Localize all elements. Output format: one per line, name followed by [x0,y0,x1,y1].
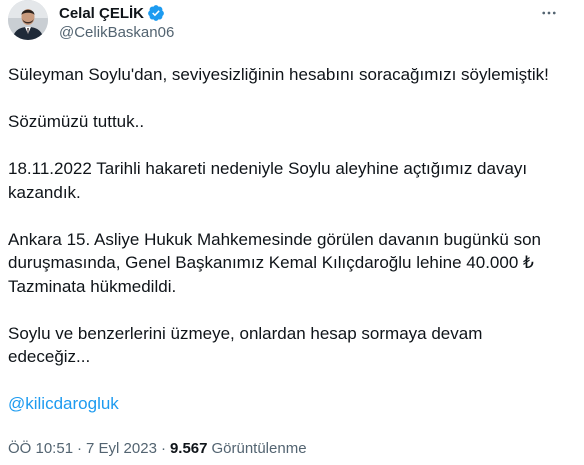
tweet-paragraph: Süleyman Soylu'dan, seviyesizliğinin hes… [8,65,549,84]
meta-separator: · [77,439,83,457]
author-handle[interactable]: @CelikBaskan06 [59,24,174,41]
more-options-button[interactable] [538,2,560,24]
profile-photo-icon [8,0,48,40]
tweet-paragraph: 18.11.2022 Tarihli hakareti nedeniyle So… [8,159,532,202]
more-dots-icon [542,11,556,15]
tweet-card: Celal ÇELİK @CelikBaskan06 Süleyman Soyl… [0,0,584,465]
tweet-paragraph: Soylu ve benzerlerini üzmeye, onlardan h… [8,323,488,367]
verified-badge-icon[interactable] [147,4,165,22]
views-label: Görüntülenme [211,439,307,457]
tweet-meta: ÖÖ 10:51 · 7 Eyl 2023 · 9.567 Görüntülen… [8,438,307,458]
tweet-paragraph: Sözümüzü tuttuk.. [8,112,145,131]
mention-link[interactable]: @kilicdarogluk [8,394,119,413]
tweet-paragraph: Ankara 15. Asliye Hukuk Mahkemesinde gör… [8,229,546,296]
author-avatar[interactable] [8,0,48,40]
meta-separator: · [160,439,166,457]
author-display-name[interactable]: Celal ÇELİK [59,5,144,22]
tweet-time[interactable]: ÖÖ 10:51 [8,440,73,457]
views-count: 9.567 [169,439,208,457]
tweet-text: Süleyman Soylu'dan, seviyesizliğinin hes… [8,63,568,416]
tweet-header: Celal ÇELİK @CelikBaskan06 [8,0,576,52]
author-name-row: Celal ÇELİK [59,3,165,23]
tweet-date[interactable]: 7 Eyl 2023 [86,440,157,457]
